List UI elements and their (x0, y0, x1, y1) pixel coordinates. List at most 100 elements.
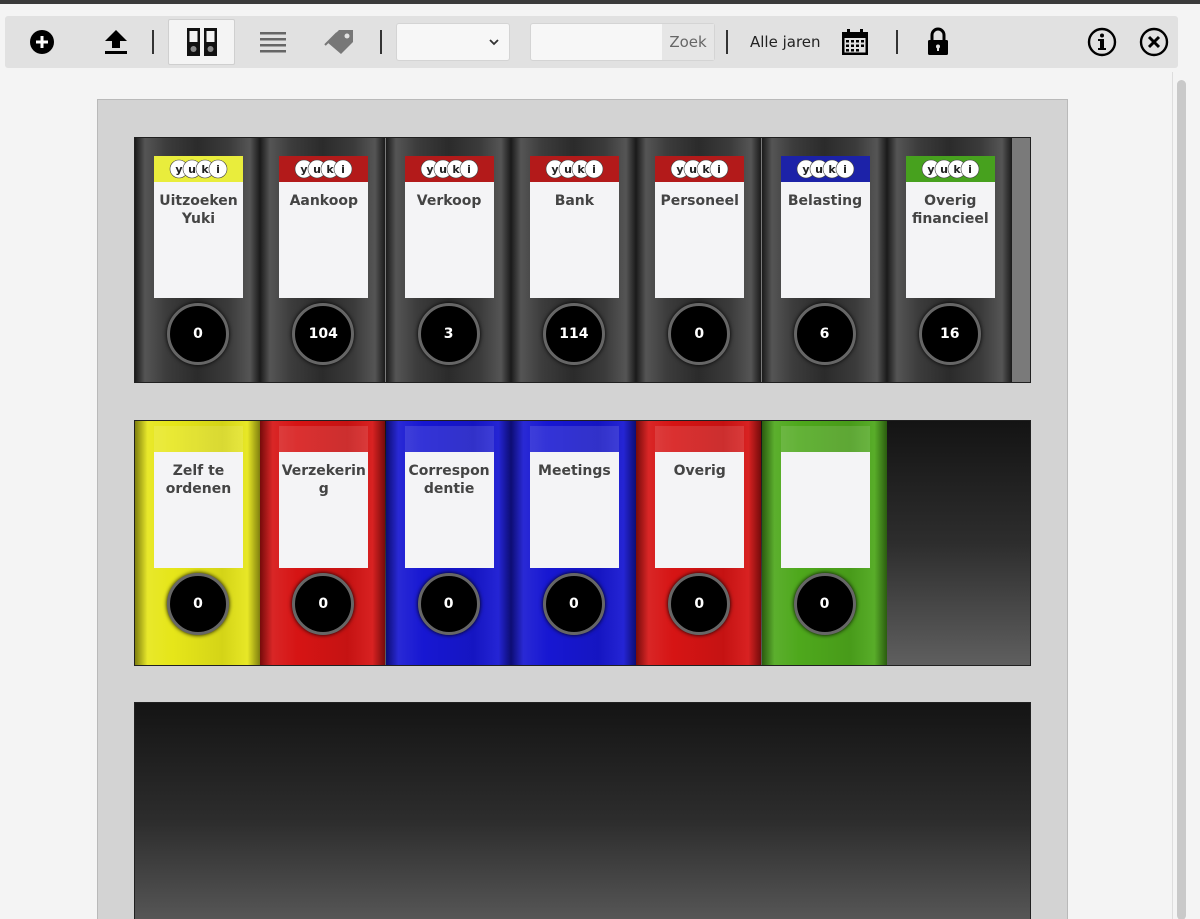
binder[interactable]: 0 (761, 421, 887, 665)
close-button[interactable] (1138, 16, 1170, 68)
svg-text:i: i (592, 163, 596, 176)
plus-circle-icon (30, 30, 54, 54)
lock-icon (928, 27, 948, 55)
search-input[interactable] (531, 24, 661, 60)
yuki-logo: yuki (670, 159, 729, 179)
binder-label: Zelf te ordenen (154, 452, 243, 568)
binder[interactable]: y u k i Verkoop 3 (385, 138, 511, 382)
svg-text:i: i (843, 163, 847, 176)
binder-label: Bank (529, 182, 619, 298)
upload-button[interactable] (101, 16, 131, 68)
binder-count-badge: 3 (417, 303, 480, 365)
svg-text:i: i (717, 163, 721, 176)
window-top-border (0, 0, 1200, 4)
toolbar-separator (380, 30, 382, 54)
filter-select[interactable] (396, 23, 510, 61)
binder-count-badge: 0 (668, 303, 731, 365)
binder-top-tag (780, 426, 870, 452)
svg-text:k: k (201, 163, 209, 176)
binder-count-badge: 0 (793, 573, 856, 635)
binder[interactable]: y u k i Personeel 0 (636, 138, 762, 382)
yuki-logo: yuki (294, 159, 353, 179)
scrollbar-thumb[interactable] (1177, 80, 1186, 919)
binder[interactable]: Correspondentie 0 (385, 421, 511, 665)
binder-count-badge: 0 (668, 573, 731, 635)
svg-text:k: k (452, 163, 460, 176)
binder-label: Uitzoeken Yuki (154, 182, 243, 298)
tags-button[interactable] (323, 16, 357, 68)
list-view-button[interactable] (257, 16, 289, 68)
binder[interactable]: Meetings 0 (510, 421, 636, 665)
binder-count-badge: 0 (417, 573, 480, 635)
info-button[interactable] (1086, 16, 1118, 68)
add-button[interactable] (27, 16, 57, 68)
binder[interactable]: y u k i Aankoop 104 (260, 138, 386, 382)
svg-text:u: u (188, 163, 196, 176)
binder-top-tag (279, 426, 369, 452)
svg-text:u: u (815, 163, 823, 176)
years-label: Alle jaren (750, 33, 821, 51)
binder-label: Correspondentie (404, 452, 494, 568)
toolbar-separator (896, 30, 898, 54)
binder-top-tag (404, 426, 494, 452)
binder[interactable]: y u k i Belasting 6 (761, 138, 887, 382)
chevron-down-icon (489, 39, 499, 46)
close-icon (1139, 27, 1169, 57)
svg-text:u: u (439, 163, 447, 176)
scrollbar[interactable] (1172, 72, 1188, 919)
yuki-tag: yuki (279, 156, 369, 182)
svg-text:k: k (577, 163, 585, 176)
lock-button[interactable] (923, 16, 953, 68)
svg-text:k: k (327, 163, 335, 176)
years-filter[interactable]: Alle jaren (750, 16, 821, 68)
svg-text:y: y (927, 163, 934, 176)
binder-count-badge: 114 (542, 303, 605, 365)
binder[interactable]: Verzekering 0 (260, 421, 386, 665)
calendar-icon (842, 29, 868, 55)
binder-count-badge: 104 (292, 303, 355, 365)
svg-text:y: y (175, 163, 182, 176)
yuki-logo: yuki (796, 159, 854, 179)
svg-text:k: k (953, 163, 961, 176)
binder-label (780, 452, 870, 568)
calendar-button[interactable] (839, 16, 871, 68)
binder-count-badge: 16 (918, 303, 981, 365)
list-icon (260, 32, 286, 53)
binder[interactable]: y u k i Bank 114 (510, 138, 636, 382)
toolbar-separator (726, 30, 728, 54)
binder-count-badge: 0 (167, 303, 229, 365)
upload-icon (105, 30, 127, 54)
binder-count-badge: 0 (542, 573, 605, 635)
search-button[interactable]: Zoek (662, 24, 714, 60)
svg-text:k: k (703, 163, 711, 176)
binder-label: Verzekering (279, 452, 369, 568)
binder-view-icon (186, 28, 217, 56)
binder[interactable]: Overig 0 (636, 421, 762, 665)
shelf-2: Zelf te ordenen 0 Verzekering 0 Corresponden… (134, 420, 1031, 666)
yuki-tag: yuki (655, 156, 745, 182)
shelf-3 (134, 702, 1031, 919)
search-box: Zoek (530, 23, 715, 61)
binder-count-badge: 0 (292, 573, 355, 635)
yuki-tag: yuki (154, 156, 243, 182)
svg-text:k: k (828, 163, 836, 176)
binder-label: Overig financieel (905, 182, 995, 298)
svg-text:i: i (341, 163, 345, 176)
binder-count-badge: 0 (167, 573, 229, 635)
binder[interactable]: Zelf te ordenen 0 (135, 421, 260, 665)
svg-text:y: y (802, 163, 809, 176)
toolbar-separator (152, 30, 154, 54)
binder[interactable]: y u k i Overig financieel 16 (886, 138, 1012, 382)
binder-view-button[interactable] (168, 19, 235, 65)
binder-label: Personeel (655, 182, 745, 298)
svg-text:i: i (216, 163, 220, 176)
yuki-tag: yuki (780, 156, 870, 182)
yuki-logo: yuki (921, 159, 980, 179)
svg-text:y: y (426, 163, 433, 176)
binder-top-tag (529, 426, 619, 452)
binder[interactable]: y u k i Uitzoeken Yuki 0 (135, 138, 260, 382)
binder-cabinet: y u k i Uitzoeken Yuki 0 y u k i Aankoop 104 y u k i Ver… (97, 99, 1068, 919)
svg-text:y: y (677, 163, 684, 176)
svg-text:i: i (968, 163, 972, 176)
svg-text:i: i (467, 163, 471, 176)
